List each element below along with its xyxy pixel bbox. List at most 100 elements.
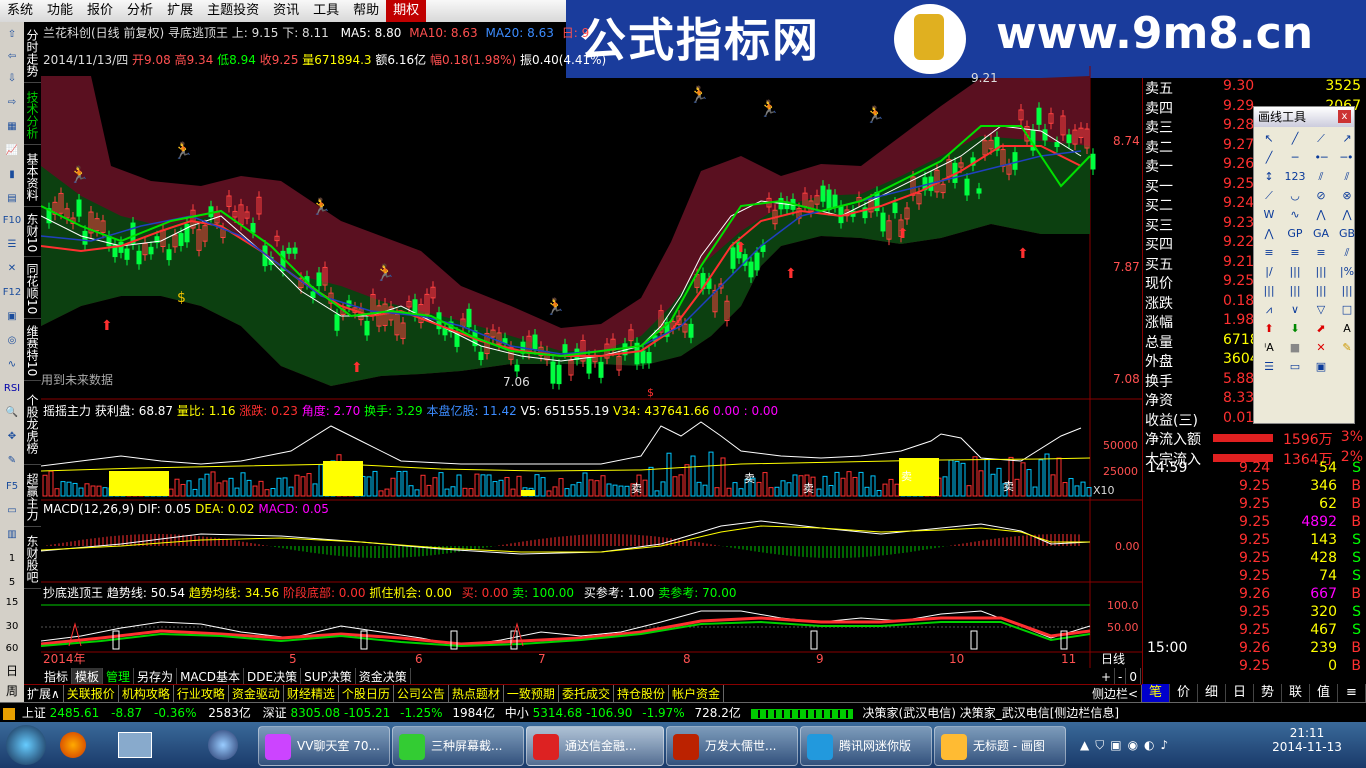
move-icon[interactable]: ✥ bbox=[2, 428, 22, 446]
link-related[interactable]: 关联报价 bbox=[64, 685, 119, 703]
link-orders[interactable]: 委托成交 bbox=[559, 685, 614, 703]
lines1-icon[interactable]: ≡ bbox=[1257, 244, 1281, 261]
bar5-icon[interactable]: ||| bbox=[1257, 282, 1281, 299]
task-item[interactable]: 万发大儒世... bbox=[666, 726, 798, 766]
drawing-tools-titlebar[interactable]: 画线工具 x bbox=[1254, 107, 1354, 127]
link-announce[interactable]: 公司公告 bbox=[394, 685, 449, 703]
period-day[interactable]: 日 bbox=[2, 662, 22, 680]
bar6-icon[interactable]: ||| bbox=[1283, 282, 1307, 299]
main-chart[interactable]: 🏃 🏃 🏃 🏃 🏃 🏃 🏃 🏃 $ ⬆ ⬆ ⬆ ⬆ ⬆ ⬆ $ 用到未来数据 7… bbox=[41, 66, 1142, 668]
period-1[interactable]: 1 bbox=[2, 550, 22, 568]
arrow-left-icon[interactable]: ⇦ bbox=[2, 48, 22, 66]
tab-link[interactable]: 联 bbox=[1282, 684, 1310, 702]
menu-quote[interactable]: 报价 bbox=[80, 0, 120, 22]
arrow-line-icon[interactable]: ↗ bbox=[1335, 130, 1359, 147]
period-15[interactable]: 15 bbox=[2, 594, 22, 612]
wave2-icon[interactable]: ∿ bbox=[1283, 206, 1307, 223]
menu-tools[interactable]: 工具 bbox=[306, 0, 346, 22]
note-up-icon[interactable]: ⬈ bbox=[1309, 320, 1333, 337]
tab-fundamentals[interactable]: 基本资料 bbox=[24, 148, 41, 207]
ruler-icon[interactable]: ▭ bbox=[2, 502, 22, 520]
bar1-icon[interactable]: |/ bbox=[1257, 263, 1281, 280]
task-item[interactable]: 无标题 - 画图 bbox=[934, 726, 1066, 766]
clock[interactable]: 21:11 2014-11-13 bbox=[1272, 726, 1342, 754]
number-icon[interactable]: 123 bbox=[1283, 168, 1307, 185]
save-icon[interactable]: ▭ bbox=[1283, 358, 1307, 375]
delete-icon[interactable]: ✕ bbox=[1309, 339, 1333, 356]
up-icon[interactable]: ⬆ bbox=[1257, 320, 1281, 337]
wave-icon[interactable]: ∿ bbox=[2, 356, 22, 374]
close-icon[interactable]: x bbox=[1338, 110, 1351, 123]
tab-trades[interactable]: 笔 bbox=[1142, 684, 1170, 702]
gb-icon[interactable]: GB bbox=[1335, 225, 1359, 242]
link-hot[interactable]: 热点题材 bbox=[449, 685, 504, 703]
menu-analysis[interactable]: 分析 bbox=[120, 0, 160, 22]
cursor-icon[interactable]: ↖ bbox=[1257, 130, 1281, 147]
pen-icon[interactable]: ✎ bbox=[2, 452, 22, 470]
rect-icon[interactable]: □ bbox=[1335, 301, 1359, 318]
arc-icon[interactable]: ◡ bbox=[1283, 187, 1307, 204]
tab-weisaite10[interactable]: 维赛特10 bbox=[24, 322, 41, 381]
hline-icon[interactable]: ─ bbox=[1283, 149, 1307, 166]
mountain-icon[interactable]: ⋀ bbox=[1257, 225, 1281, 242]
link-institution[interactable]: 机构攻略 bbox=[119, 685, 174, 703]
panel-icon[interactable]: ▥ bbox=[2, 526, 22, 544]
fan2-icon[interactable]: ⩘ bbox=[1257, 301, 1281, 318]
table-icon[interactable]: ▤ bbox=[2, 190, 22, 208]
period-week[interactable]: 周 bbox=[2, 682, 22, 700]
bar7-icon[interactable]: ||| bbox=[1309, 282, 1333, 299]
gp-icon[interactable]: GP bbox=[1283, 225, 1307, 242]
f5-icon[interactable]: F5 bbox=[2, 478, 22, 496]
menu-theme[interactable]: 主题投资 bbox=[200, 0, 266, 22]
chevron-down-icon[interactable]: ∨ bbox=[1283, 301, 1307, 318]
menu-extend[interactable]: 扩展 bbox=[160, 0, 200, 22]
rsi-icon[interactable]: RSI bbox=[2, 380, 22, 398]
bar3-icon[interactable]: ||| bbox=[1309, 263, 1333, 280]
link-expand[interactable]: 扩展∧ bbox=[24, 685, 64, 703]
bar2-icon[interactable]: ||| bbox=[1283, 263, 1307, 280]
tab-detail[interactable]: 细 bbox=[1198, 684, 1226, 702]
tab-intraday[interactable]: 分时走势 bbox=[24, 24, 41, 83]
circle-icon[interactable]: ⊘ bbox=[1309, 187, 1333, 204]
kline-icon[interactable]: ▮ bbox=[2, 166, 22, 184]
line-icon[interactable]: ╱ bbox=[1283, 130, 1307, 147]
segment-icon[interactable]: ╱ bbox=[1257, 149, 1281, 166]
search-icon[interactable]: 🔍 bbox=[2, 404, 22, 422]
f10-icon[interactable]: F10 bbox=[2, 212, 22, 230]
task-item-active[interactable]: 通达信金融... bbox=[526, 726, 664, 766]
arrow-right-icon[interactable]: ⇨ bbox=[2, 94, 22, 112]
bulb-icon[interactable]: ✎ bbox=[1335, 339, 1359, 356]
link-finance[interactable]: 财经精选 bbox=[284, 685, 339, 703]
task-item[interactable]: VV聊天室 70... bbox=[258, 726, 390, 766]
fan-icon[interactable]: ⟋ bbox=[1257, 187, 1281, 204]
vline-icon[interactable]: ↕ bbox=[1257, 168, 1281, 185]
tray-icons[interactable]: ▲⛉▣◉◐♪ bbox=[1080, 738, 1240, 754]
menu-news[interactable]: 资讯 bbox=[266, 0, 306, 22]
grid-icon[interactable]: ▦ bbox=[2, 118, 22, 136]
cross-icon[interactable]: ✕ bbox=[2, 260, 22, 278]
task-item[interactable]: 腾讯网迷你版 bbox=[800, 726, 932, 766]
chart-line-icon[interactable]: 📈 bbox=[2, 142, 22, 160]
triangle-icon[interactable]: ▽ bbox=[1309, 301, 1333, 318]
drawing-tools-window[interactable]: 画线工具 x ↖ ╱ ⟋ ↗ ╱ ─ •─ ─• ↕ 123 ⫽ ⫽ ⟋ ◡ ⊘… bbox=[1253, 106, 1355, 424]
link-holdings[interactable]: 持仓股份 bbox=[614, 685, 669, 703]
image-icon[interactable]: ▣ bbox=[1309, 358, 1333, 375]
tab-tonghuashun10[interactable]: 同花顺10 bbox=[24, 260, 41, 319]
target-icon[interactable]: ◎ bbox=[2, 332, 22, 350]
doc-icon[interactable]: ▣ bbox=[2, 308, 22, 326]
lines2-icon[interactable]: ≡ bbox=[1283, 244, 1307, 261]
link-expect[interactable]: 一致预期 bbox=[504, 685, 559, 703]
arrow-up-icon[interactable]: ⇧ bbox=[2, 26, 22, 44]
text-icon[interactable]: A bbox=[1335, 320, 1359, 337]
period-60[interactable]: 60 bbox=[2, 640, 22, 658]
tab-dongcai10[interactable]: 东财10 bbox=[24, 210, 41, 257]
link-calendar[interactable]: 个股日历 bbox=[339, 685, 394, 703]
lines3-icon[interactable]: ≡ bbox=[1309, 244, 1333, 261]
wave-w-icon[interactable]: W bbox=[1257, 206, 1281, 223]
f12-icon[interactable]: F12 bbox=[2, 284, 22, 302]
no-icon[interactable]: ⊗ bbox=[1335, 187, 1359, 204]
tab-guba[interactable]: 东财股吧 bbox=[24, 530, 41, 589]
tab-value[interactable]: 值 bbox=[1310, 684, 1338, 702]
desktop-icon[interactable] bbox=[118, 732, 152, 758]
browser-icon[interactable] bbox=[208, 730, 238, 760]
